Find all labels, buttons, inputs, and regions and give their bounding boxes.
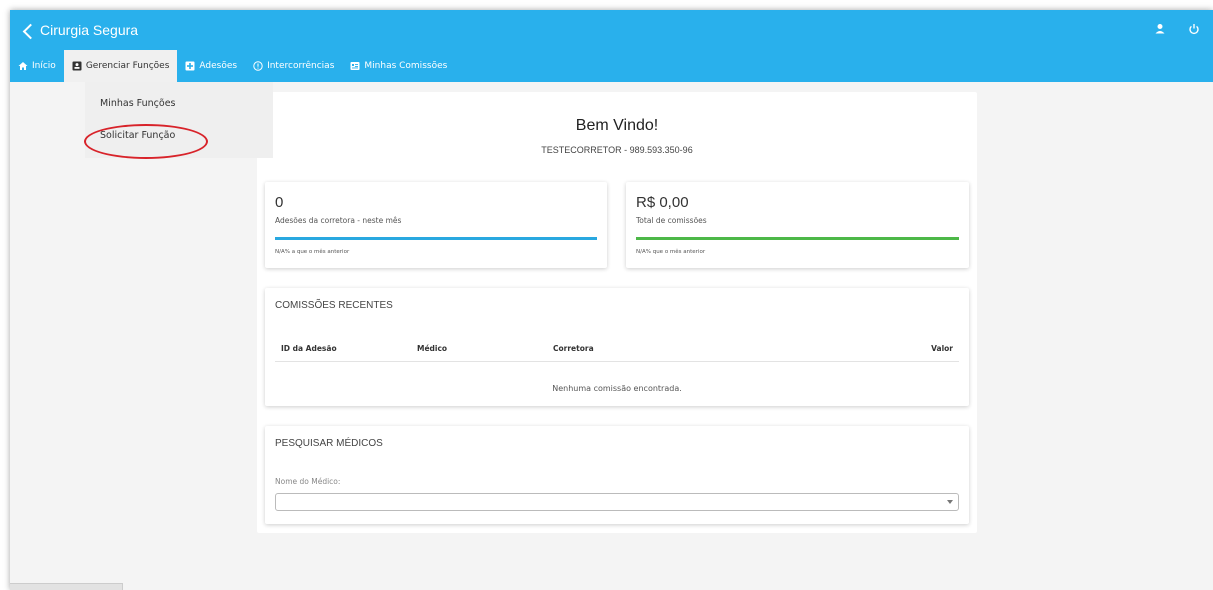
stat-card-adesoes: 0 Adesões da corretora - neste mês N/A% … — [265, 182, 607, 268]
plus-square-icon — [185, 61, 195, 71]
id-card-icon — [72, 61, 82, 71]
stat-progress-fill — [636, 237, 959, 240]
doctor-name-label: Nome do Médico: — [275, 477, 341, 486]
power-icon[interactable] — [1187, 22, 1201, 36]
nav-label: Início — [32, 61, 56, 71]
highlight-annotation — [84, 124, 208, 159]
header-bar: Cirurgia Segura Início Gerenciar Funções — [10, 10, 1213, 82]
status-strip — [10, 583, 123, 590]
app-title: Cirurgia Segura — [40, 22, 139, 38]
user-icon[interactable] — [1153, 22, 1167, 36]
chevron-down-icon — [947, 500, 953, 504]
nav-inicio[interactable]: Início — [10, 50, 64, 82]
stat-label: Adesões da corretora - neste mês — [275, 216, 402, 225]
user-identification: TESTECORRETOR - 989.593.350-96 — [541, 145, 693, 155]
nav-label: Gerenciar Funções — [85, 61, 170, 71]
nav-intercorrencias[interactable]: Intercorrências — [245, 50, 342, 82]
nav-adesoes[interactable]: Adesões — [177, 50, 245, 82]
column-header: Valor — [931, 344, 953, 353]
column-header: Corretora — [553, 344, 594, 353]
stat-label: Total de comissões — [636, 216, 707, 225]
doctor-name-select[interactable] — [275, 493, 959, 511]
nav-label: Adesões — [199, 61, 238, 71]
card-title: COMISSÕES RECENTES — [275, 300, 393, 311]
nav-label: Minhas Comissões — [364, 61, 448, 71]
app-window: Cirurgia Segura Início Gerenciar Funções — [10, 10, 1213, 590]
search-doctors-card: PESQUISAR MÉDICOS Nome do Médico: — [265, 426, 969, 524]
stat-progress-bar — [275, 237, 597, 240]
nav-minhas-comissoes[interactable]: Minhas Comissões — [342, 50, 455, 82]
stat-progress-fill — [275, 237, 597, 240]
stat-value: 0 — [275, 194, 284, 211]
menu-item-minhas-funcoes[interactable]: Minhas Funções — [100, 98, 176, 109]
dashboard-panel: Bem Vindo! TESTECORRETOR - 989.593.350-9… — [257, 92, 977, 533]
main-nav: Início Gerenciar Funções Adesões Interco… — [10, 50, 455, 82]
column-header: ID da Adesão — [281, 344, 337, 353]
nav-label: Intercorrências — [267, 61, 335, 71]
empty-table-message: Nenhuma comissão encontrada. — [552, 384, 682, 393]
card-title: PESQUISAR MÉDICOS — [275, 438, 383, 449]
list-card-icon — [350, 62, 360, 70]
back-arrow-icon[interactable] — [22, 23, 39, 40]
stat-value: R$ 0,00 — [636, 194, 689, 211]
welcome-title: Bem Vindo! — [575, 117, 659, 134]
stat-progress-bar — [636, 237, 959, 240]
home-icon — [18, 62, 28, 70]
stat-note: N/A% que o mês anterior — [636, 249, 706, 255]
stat-note: N/A% a que o mês anterior — [275, 249, 350, 255]
alert-circle-icon — [253, 61, 263, 71]
table-divider — [275, 361, 959, 362]
stat-card-comissoes: R$ 0,00 Total de comissões N/A% que o mê… — [626, 182, 969, 268]
recent-commissions-card: COMISSÕES RECENTES ID da Adesão Médico C… — [265, 288, 969, 406]
column-header: Médico — [417, 344, 448, 353]
nav-gerenciar-funcoes[interactable]: Gerenciar Funções — [63, 50, 178, 82]
